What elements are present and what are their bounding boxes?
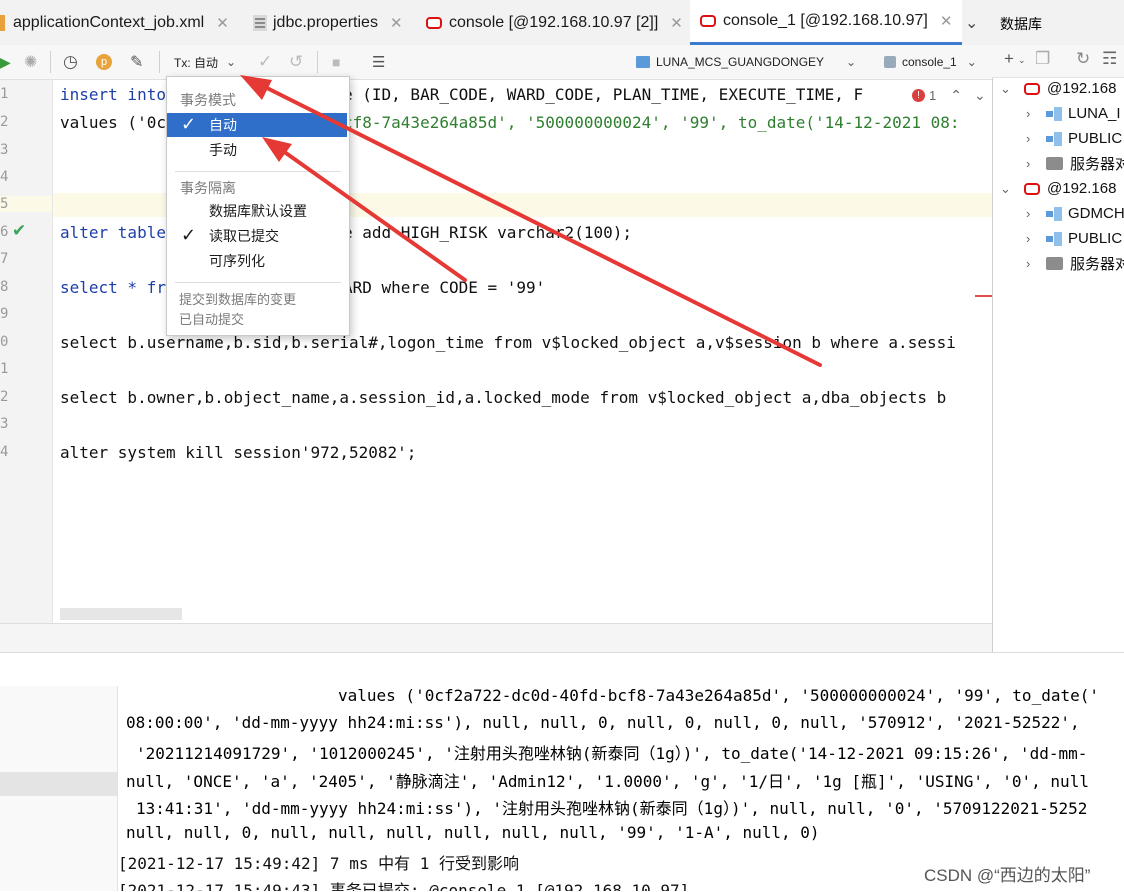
annotation-arrow-2	[262, 137, 467, 282]
annotation-arrow-1	[240, 75, 822, 367]
watermark: CSDN @“西边的太阳”	[924, 866, 1091, 885]
annotation-arrows	[240, 75, 822, 367]
